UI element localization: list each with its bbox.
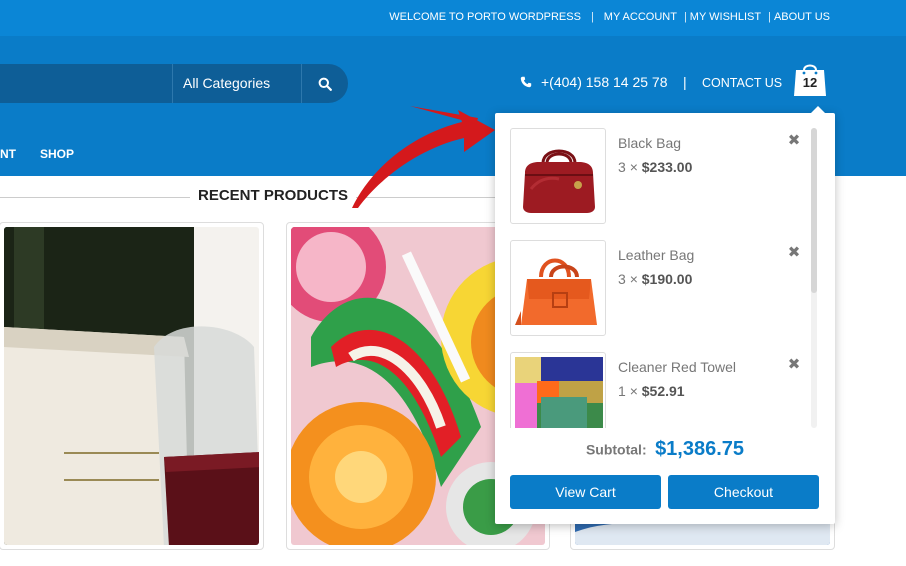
separator: | [683,11,687,23]
contact-us-link[interactable]: CONTACT US [702,76,782,90]
subtotal-value: $1,386.75 [655,438,745,460]
search-button[interactable] [302,64,348,103]
times-sign: × [629,383,638,399]
cart-item-name[interactable]: Leather Bag [618,247,694,263]
cart-count: 12 [802,75,818,90]
separator: | [590,11,594,23]
about-us-link[interactable]: ABOUT US [774,11,830,23]
remove-item-icon[interactable]: ✖ [787,245,801,260]
cart-item-name[interactable]: Cleaner Red Towel [618,359,736,375]
phone-number: +(404) 158 14 25 78 [520,74,668,90]
cart-item-name[interactable]: Black Bag [618,135,681,151]
remove-item-icon[interactable]: ✖ [787,133,801,148]
cart-subtotal: Subtotal: $1,386.75 [495,438,835,461]
cart-item-thumbnail[interactable] [510,352,606,428]
top-bar: WELCOME TO PORTO WORDPRESS | MY ACCOUNT … [0,0,906,36]
cart-button[interactable]: 12 [792,60,828,98]
subtotal-label: Subtotal: [585,441,647,458]
search-icon [318,77,332,91]
product-card[interactable] [0,222,264,550]
qty-value: 3 [618,159,626,175]
cart-item-price: $52.91 [641,383,685,399]
qty-value: 1 [618,383,626,399]
phone-icon [520,76,532,88]
phone-text: +(404) 158 14 25 78 [541,74,668,90]
dropdown-caret [811,106,825,113]
my-account-link[interactable]: MY ACCOUNT [604,11,677,23]
cart-item: Black Bag 3 × $233.00 ✖ [510,128,810,224]
product-image-wine[interactable] [4,227,259,545]
welcome-text: WELCOME TO PORTO WORDPRESS [389,11,581,23]
cart-scrollbar[interactable] [811,128,817,428]
view-cart-button[interactable]: View Cart [510,475,661,509]
cart-item-qty: 1 × $52.91 [618,383,685,399]
qty-value: 3 [618,271,626,287]
separator: | [768,11,771,23]
mini-cart-dropdown: Black Bag 3 × $233.00 ✖ Leather Bag 3 × … [495,106,835,524]
times-sign: × [629,159,638,175]
times-sign: × [629,271,638,287]
nav-item-shop[interactable]: SHOP [40,147,74,161]
checkout-button[interactable]: Checkout [668,475,819,509]
cart-item-qty: 3 × $233.00 [618,159,692,175]
red-arrow-annotation [352,106,495,208]
scrollbar-thumb[interactable] [811,128,817,293]
cart-item: Leather Bag 3 × $190.00 ✖ [510,240,810,336]
my-wishlist-link[interactable]: MY WISHLIST [690,11,761,23]
separator: | [683,74,687,90]
remove-item-icon[interactable]: ✖ [787,357,801,372]
cart-item-qty: 3 × $190.00 [618,271,692,287]
nav-item[interactable]: NT [0,147,16,161]
cart-item: Cleaner Red Towel 1 × $52.91 ✖ [510,352,810,428]
top-links: WELCOME TO PORTO WORDPRESS | MY ACCOUNT … [389,11,830,23]
cart-item-price: $233.00 [641,159,693,175]
category-select[interactable]: All Categories [172,64,302,103]
cart-item-thumbnail[interactable] [510,128,606,224]
section-title: RECENT PRODUCTS [190,187,357,204]
cart-item-price: $190.00 [641,271,693,287]
search-bar[interactable]: All Categories [0,64,348,103]
cart-item-thumbnail[interactable] [510,240,606,336]
